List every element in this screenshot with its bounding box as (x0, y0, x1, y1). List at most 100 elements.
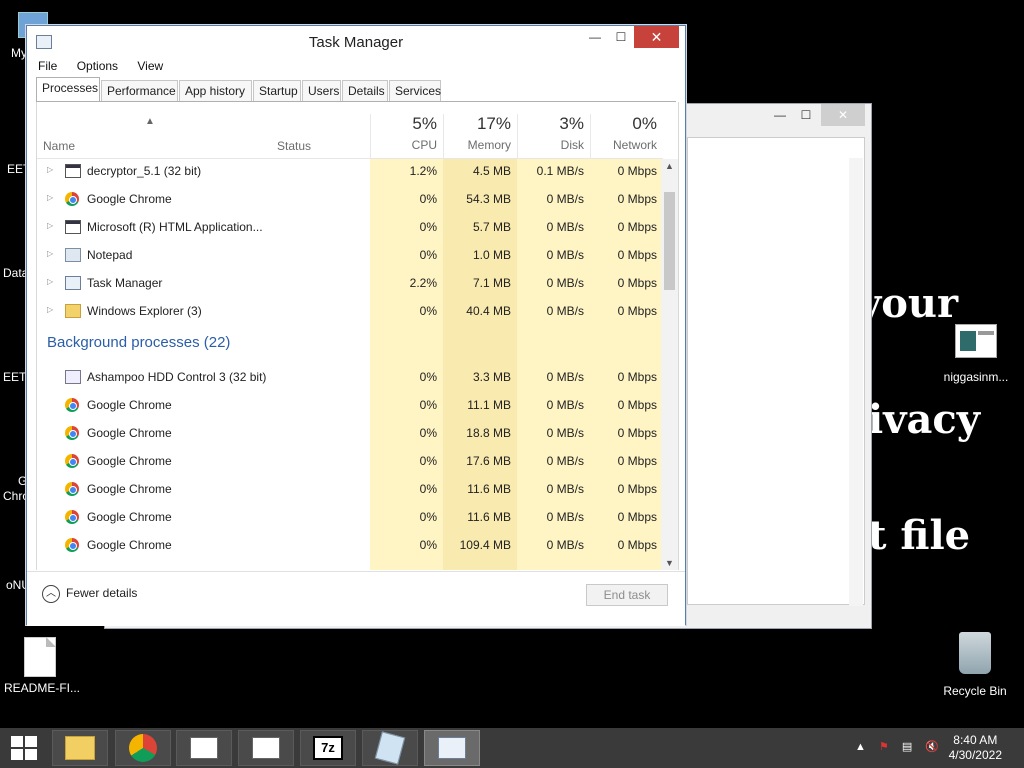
taskbar-app-2[interactable] (238, 730, 294, 766)
process-network: 0 Mbps (617, 482, 657, 496)
process-disk: 0 MB/s (546, 370, 584, 384)
maximize-icon[interactable]: ☐ (793, 104, 819, 126)
process-memory: 17.6 MB (466, 454, 511, 468)
table-header: ▲ Name Status 5% CPU 17% Memory 3% Disk … (37, 102, 663, 159)
process-network: 0 Mbps (617, 276, 657, 290)
tab-performance[interactable]: Performance (101, 80, 178, 102)
column-memory[interactable]: 17% Memory (443, 114, 517, 159)
table-row[interactable]: Ashampoo HDD Control 3 (32 bit) 0% 3.3 MB 0… (37, 363, 663, 391)
expand-arrow-icon[interactable]: ▷ (47, 249, 53, 258)
table-scrollbar[interactable]: ▲ ▼ (661, 159, 678, 570)
app-window-icon (252, 737, 280, 759)
process-memory: 7.1 MB (472, 276, 511, 290)
taskbar: 7z ▲ ⚑ ▤ 🔇 8:40 AM 4/30/2022 (0, 728, 1024, 768)
sort-arrow-icon[interactable]: ▲ (145, 116, 155, 127)
show-hidden-icons-icon[interactable]: ▲ (855, 741, 866, 753)
tab-startup[interactable]: Startup (253, 80, 301, 102)
process-cpu: 0% (419, 398, 437, 412)
tab-services[interactable]: Services (389, 80, 441, 102)
taskbar-7zip[interactable]: 7z (300, 730, 356, 766)
volume-muted-icon[interactable]: 🔇 (925, 741, 939, 753)
task-manager-footer: ︿ Fewer details End task (27, 571, 685, 626)
expand-arrow-icon[interactable]: ▷ (47, 305, 53, 314)
table-row[interactable]: ▷ Notepad 0% 1.0 MB 0 MB/s 0 Mbps (37, 241, 663, 269)
clock[interactable]: 8:40 AM 4/30/2022 (949, 733, 1002, 763)
column-disk[interactable]: 3% Disk (517, 114, 590, 159)
desktop-icon-data[interactable]: Data (3, 266, 28, 280)
desktop-icon-readme[interactable]: README-FI... (4, 637, 80, 695)
process-network: 0 Mbps (617, 220, 657, 234)
process-disk: 0 MB/s (546, 482, 584, 496)
menu-view[interactable]: View (135, 57, 165, 75)
clock-date: 4/30/2022 (948, 748, 1002, 762)
process-table[interactable]: ▲ Name Status 5% CPU 17% Memory 3% Disk … (36, 102, 679, 570)
table-row[interactable]: Google Chrome 0% 109.4 MB 0 MB/s 0 Mbps (37, 531, 663, 559)
taskbar-notepad[interactable] (362, 730, 418, 766)
tab-processes[interactable]: Processes (36, 77, 100, 102)
table-row[interactable]: Google Chrome 0% 11.1 MB 0 MB/s 0 Mbps (37, 391, 663, 419)
table-row[interactable]: Google Chrome 0% 11.6 MB 0 MB/s 0 Mbps (37, 503, 663, 531)
taskbar-app-1[interactable] (176, 730, 232, 766)
process-name: Windows Explorer (3) (87, 304, 202, 318)
process-cpu: 0% (419, 426, 437, 440)
background-window-content[interactable] (687, 137, 865, 605)
table-row[interactable]: Google Chrome 0% 17.6 MB 0 MB/s 0 Mbps (37, 447, 663, 475)
expand-arrow-icon[interactable]: ▷ (47, 165, 53, 174)
taskbar-file-explorer[interactable] (52, 730, 108, 766)
scroll-up-icon[interactable]: ▲ (661, 161, 678, 171)
process-memory: 3.3 MB (472, 370, 511, 384)
process-memory: 11.1 MB (467, 398, 511, 412)
process-network: 0 Mbps (617, 426, 657, 440)
process-cpu: 0% (419, 538, 437, 552)
taskbar-chrome[interactable] (115, 730, 171, 766)
menu-options[interactable]: Options (75, 57, 120, 75)
column-cpu[interactable]: 5% CPU (370, 114, 443, 159)
network-icon[interactable]: ▤ (902, 741, 912, 753)
desktop-icon-recycle-bin[interactable]: Recycle Bin (940, 632, 1010, 698)
table-row[interactable]: ▷ Microsoft (R) HTML Application... 0% 5.7 … (37, 213, 663, 241)
scroll-down-icon[interactable]: ▼ (661, 558, 678, 568)
expand-arrow-icon[interactable]: ▷ (47, 193, 53, 202)
chevron-up-icon: ︿ (42, 585, 60, 603)
table-row[interactable]: Google Chrome 0% 11.6 MB 0 MB/s 0 Mbps (37, 475, 663, 503)
table-row[interactable]: ▷ Windows Explorer (3) 0% 40.4 MB 0 MB/s 0 Mb… (37, 297, 663, 325)
menu-bar: File Options View (36, 57, 177, 77)
expand-arrow-icon[interactable]: ▷ (47, 277, 53, 286)
table-row[interactable]: ▷ Task Manager 2.2% 7.1 MB 0 MB/s 0 Mbps (37, 269, 663, 297)
disk-label: Disk (560, 138, 584, 152)
scrollbar-thumb[interactable] (664, 192, 675, 290)
task-manager-titlebar[interactable]: Task Manager — ☐ ✕ (27, 26, 685, 56)
start-icon (11, 736, 37, 760)
process-name: Notepad (87, 248, 133, 262)
cpu-label: CPU (411, 138, 437, 152)
table-row[interactable]: ▷ Google Chrome 0% 54.3 MB 0 MB/s 0 Mbps (37, 185, 663, 213)
table-row[interactable]: Google Chrome 0% 18.8 MB 0 MB/s 0 Mbps (37, 419, 663, 447)
background-window-scrollbar[interactable] (849, 158, 863, 606)
taskbar-task-manager[interactable] (424, 730, 480, 766)
end-task-button[interactable]: End task (586, 584, 668, 606)
fewer-details-button[interactable]: ︿ Fewer details (42, 585, 137, 603)
process-memory: 4.5 MB (472, 164, 511, 178)
process-name: Ashampoo HDD Control 3 (32 bit) (87, 370, 267, 384)
tab-app-history[interactable]: App history (179, 80, 252, 102)
column-name[interactable]: Name (43, 139, 75, 153)
desktop-icon-niggasinm[interactable]: niggasinm... (938, 324, 1014, 384)
minimize-icon[interactable]: — (767, 104, 793, 126)
table-row[interactable]: ▷ decryptor_5.1 (32 bit) 1.2% 4.5 MB 0.1 MB/… (37, 157, 663, 185)
start-button[interactable] (0, 730, 48, 766)
menu-file[interactable]: File (36, 57, 59, 75)
action-center-flag-icon[interactable]: ⚑ (879, 741, 889, 753)
column-network[interactable]: 0% Network (590, 114, 663, 159)
close-icon[interactable]: ✕ (821, 104, 865, 126)
task-manager-window[interactable]: Task Manager — ☐ ✕ File Options View Pro… (26, 25, 686, 626)
expand-arrow-icon[interactable]: ▷ (47, 221, 53, 230)
tab-details[interactable]: Details (342, 80, 388, 102)
close-button[interactable]: ✕ (634, 26, 679, 48)
process-cpu: 0% (419, 248, 437, 262)
process-network: 0 Mbps (617, 248, 657, 262)
column-status[interactable]: Status (277, 139, 311, 153)
group-header-background-processes[interactable]: Background processes (22) (47, 334, 230, 351)
minimize-button[interactable]: — (582, 26, 608, 48)
maximize-button[interactable]: ☐ (608, 26, 634, 48)
tab-users[interactable]: Users (302, 80, 341, 102)
